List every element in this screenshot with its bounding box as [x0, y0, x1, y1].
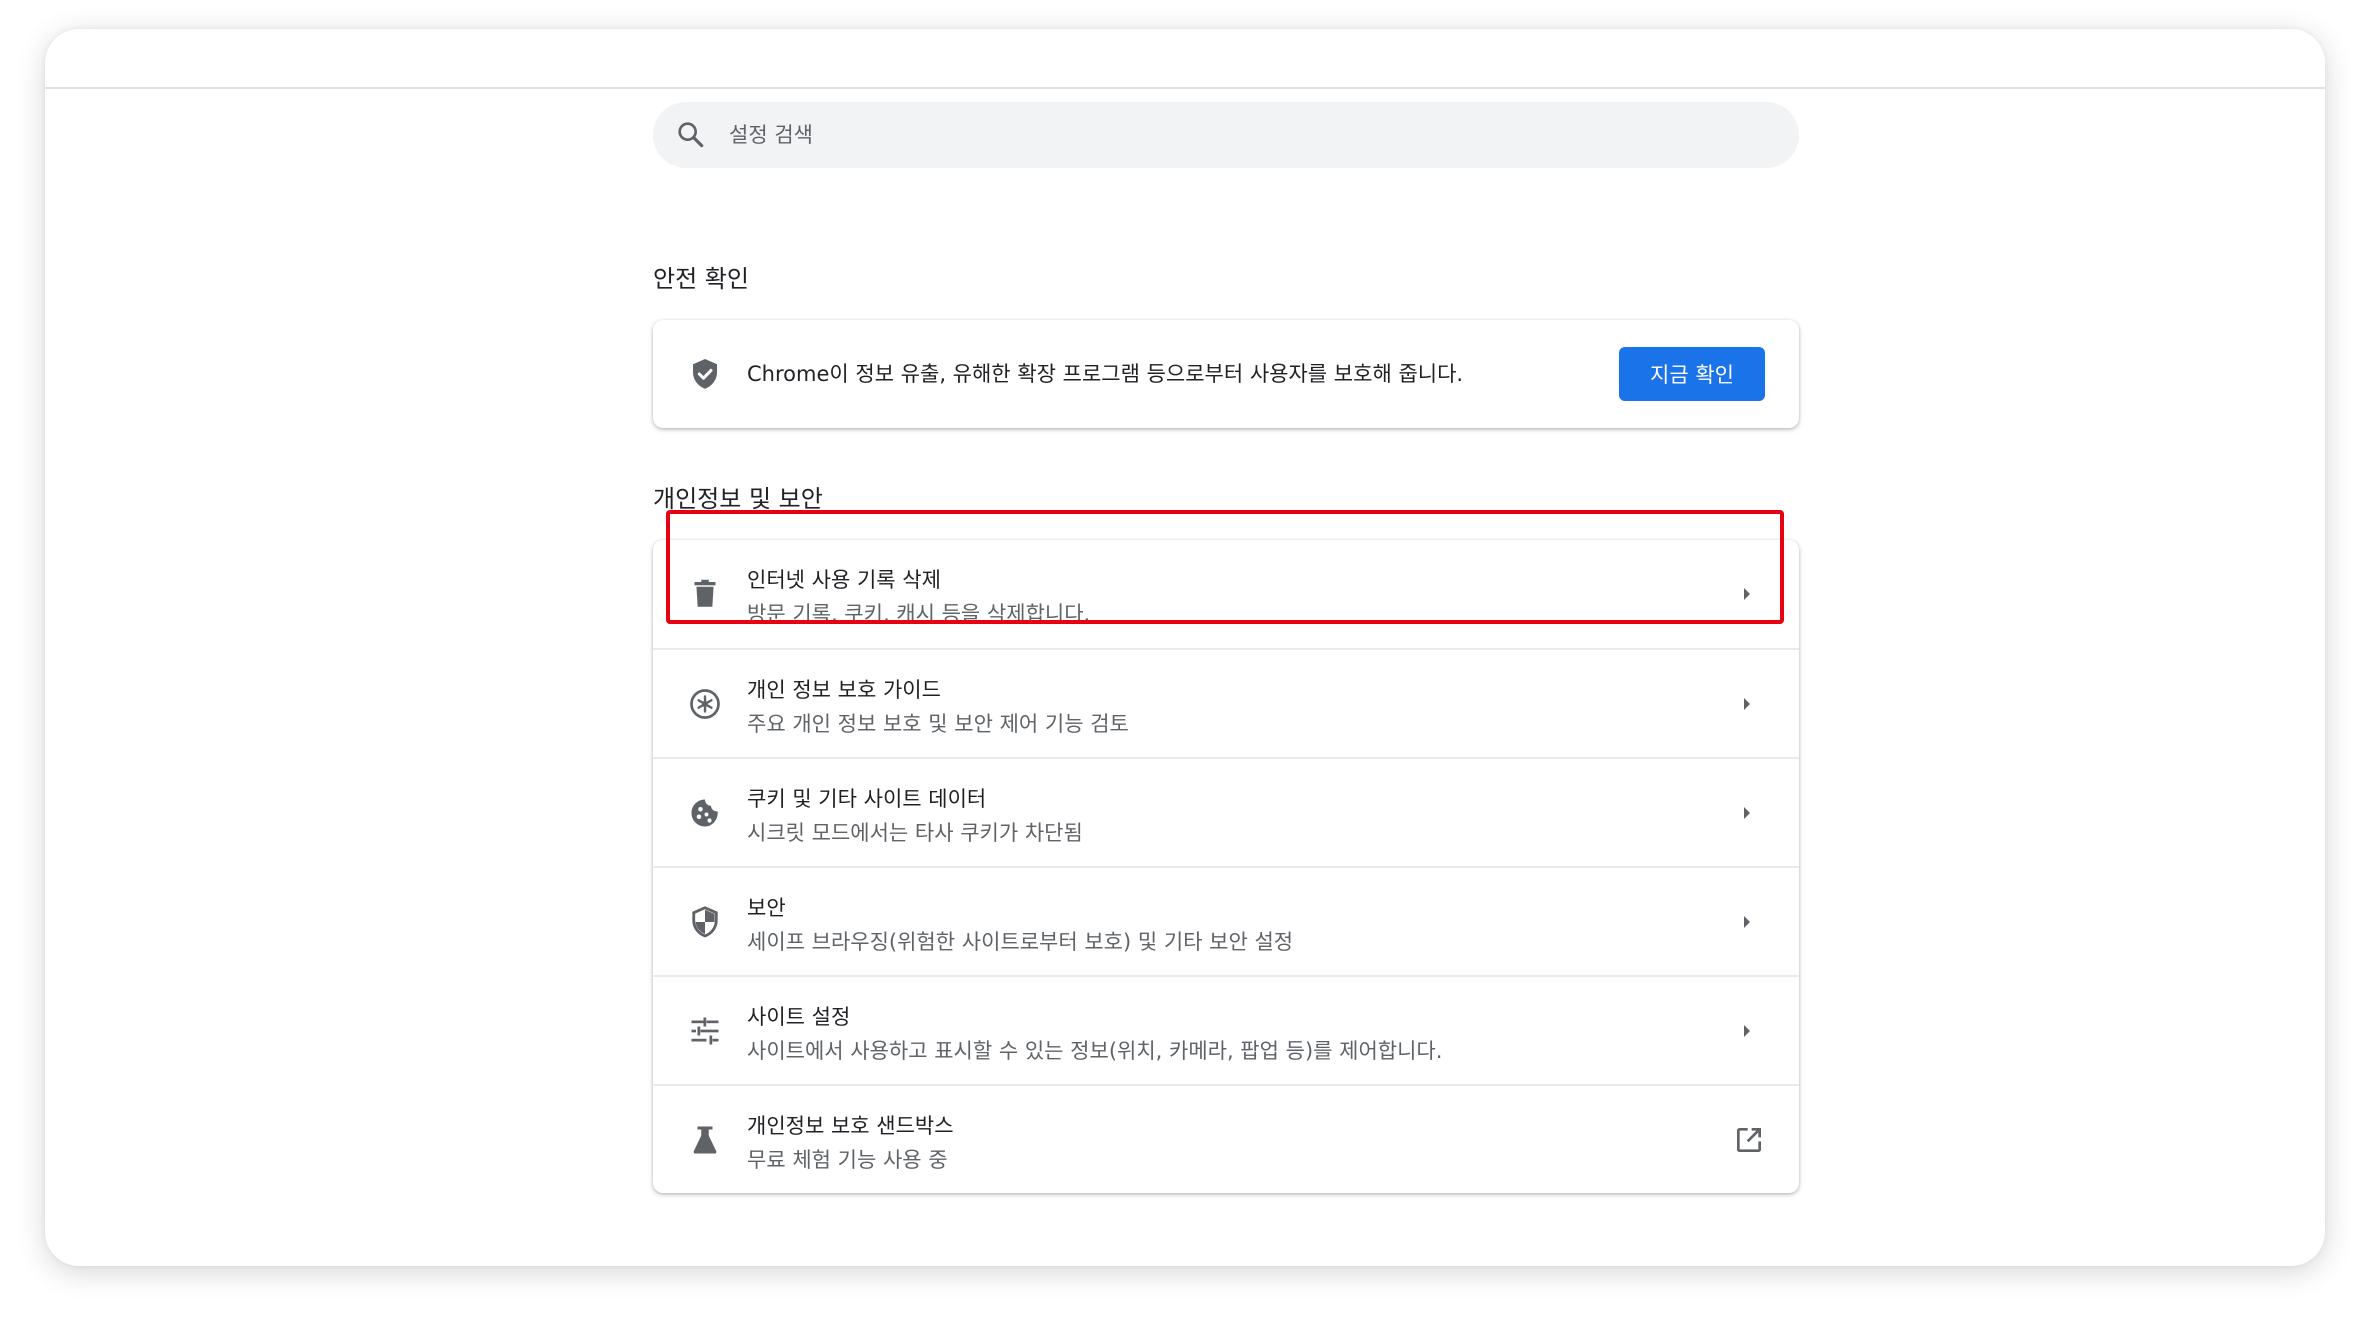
shield-check-icon: [687, 356, 723, 392]
security-row[interactable]: 보안 세이프 브라우징(위험한 사이트로부터 보호) 및 기타 보안 설정: [653, 866, 1799, 976]
search-input[interactable]: [729, 102, 1769, 168]
cookies-title: 쿠키 및 기타 사이트 데이터: [747, 787, 987, 811]
privacy-sandbox-row[interactable]: 개인정보 보호 샌드박스 무료 체험 기능 사용 중: [653, 1084, 1799, 1194]
chevron-right-icon: [1735, 910, 1759, 934]
privacy-security-card: 인터넷 사용 기록 삭제 방문 기록, 쿠키, 캐시 등을 삭제합니다. 개인 …: [653, 540, 1799, 1193]
cookies-row[interactable]: 쿠키 및 기타 사이트 데이터 시크릿 모드에서는 타사 쿠키가 차단됨: [653, 757, 1799, 867]
search-box[interactable]: [653, 102, 1799, 168]
site-settings-subtitle: 사이트에서 사용하고 표시할 수 있는 정보(위치, 카메라, 팝업 등)를 제…: [747, 1039, 1443, 1063]
clear-browsing-data-title: 인터넷 사용 기록 삭제: [747, 568, 941, 592]
privacy-sandbox-title: 개인정보 보호 샌드박스: [747, 1114, 954, 1138]
chevron-right-icon: [1735, 692, 1759, 716]
safety-check-description: Chrome이 정보 유출, 유해한 확장 프로그램 등으로부터 사용자를 보호…: [747, 362, 1464, 386]
chevron-right-icon: [1735, 582, 1759, 606]
security-subtitle: 세이프 브라우징(위험한 사이트로부터 보호) 및 기타 보안 설정: [747, 930, 1294, 954]
security-shield-icon: [687, 904, 723, 940]
privacy-guide-subtitle: 주요 개인 정보 보호 및 보안 제어 기능 검토: [747, 712, 1129, 736]
top-bar: [45, 29, 2325, 89]
safety-check-row: Chrome이 정보 유출, 유해한 확장 프로그램 등으로부터 사용자를 보호…: [653, 320, 1799, 428]
privacy-guide-row[interactable]: 개인 정보 보호 가이드 주요 개인 정보 보호 및 보안 제어 기능 검토: [653, 648, 1799, 758]
clear-browsing-data-subtitle: 방문 기록, 쿠키, 캐시 등을 삭제합니다.: [747, 602, 1091, 626]
clear-browsing-data-row[interactable]: 인터넷 사용 기록 삭제 방문 기록, 쿠키, 캐시 등을 삭제합니다.: [653, 540, 1799, 648]
search-icon: [675, 119, 707, 151]
privacy-security-title: 개인정보 및 보안: [653, 485, 823, 513]
safety-check-card: Chrome이 정보 유출, 유해한 확장 프로그램 등으로부터 사용자를 보호…: [653, 320, 1799, 428]
cookies-subtitle: 시크릿 모드에서는 타사 쿠키가 차단됨: [747, 821, 1083, 845]
chevron-right-icon: [1735, 1019, 1759, 1043]
check-now-button[interactable]: 지금 확인: [1619, 347, 1765, 401]
settings-window: 안전 확인 Chrome이 정보 유출, 유해한 확장 프로그램 등으로부터 사…: [45, 29, 2325, 1266]
trash-icon: [687, 576, 723, 612]
privacy-sandbox-subtitle: 무료 체험 기능 사용 중: [747, 1148, 948, 1172]
site-settings-title: 사이트 설정: [747, 1005, 851, 1029]
privacy-guide-icon: [687, 686, 723, 722]
safety-check-title: 안전 확인: [653, 265, 749, 293]
cookie-icon: [687, 795, 723, 831]
security-title: 보안: [747, 896, 786, 920]
site-settings-row[interactable]: 사이트 설정 사이트에서 사용하고 표시할 수 있는 정보(위치, 카메라, 팝…: [653, 975, 1799, 1085]
tune-icon: [687, 1013, 723, 1049]
flask-icon: [687, 1122, 723, 1158]
chevron-right-icon: [1735, 801, 1759, 825]
open-in-new-icon[interactable]: [1733, 1124, 1765, 1156]
settings-content: 안전 확인 Chrome이 정보 유출, 유해한 확장 프로그램 등으로부터 사…: [653, 102, 1799, 1193]
privacy-guide-title: 개인 정보 보호 가이드: [747, 678, 941, 702]
